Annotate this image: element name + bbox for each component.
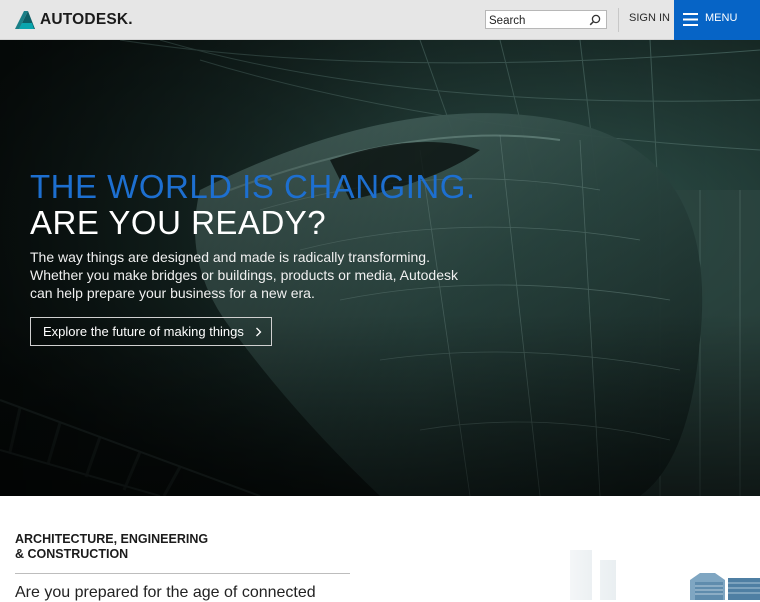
hero-description-line: can help prepare your business for a new… [30, 285, 315, 301]
site-header: AUTODESK. SIGN IN MENU [0, 0, 760, 40]
search-input[interactable] [486, 12, 606, 30]
hero-description-line: Whether you make bridges or buildings, p… [30, 267, 459, 283]
hero-description: The way things are designed and made is … [30, 248, 460, 302]
search-box[interactable] [485, 10, 607, 30]
explore-future-label: Explore the future of making things [43, 324, 244, 339]
hero-banner: THE WORLD IS CHANGING. ARE YOU READY? Th… [0, 40, 760, 496]
menu-button[interactable]: MENU [674, 0, 760, 40]
hero-description-line: The way things are designed and made is … [30, 249, 430, 265]
menu-label: MENU [705, 12, 738, 24]
section-divider [15, 573, 350, 574]
hero-title-line1: THE WORLD IS CHANGING. [30, 168, 476, 205]
search-icon[interactable] [589, 14, 601, 26]
explore-future-button[interactable]: Explore the future of making things [30, 317, 272, 346]
autodesk-logo-mark-icon [15, 11, 35, 29]
header-divider [618, 8, 619, 32]
autodesk-logo[interactable]: AUTODESK. [15, 10, 133, 30]
hero-title-line2: ARE YOU READY? [30, 204, 327, 241]
section-heading: ARCHITECTURE, ENGINEERING & CONSTRUCTION [15, 532, 215, 562]
section-teaser-text: Are you prepared for the age of connecte… [15, 584, 316, 601]
section-heading-line: ARCHITECTURE, ENGINEERING [15, 532, 209, 546]
chevron-right-icon [256, 327, 262, 337]
hamburger-menu-icon [683, 13, 698, 26]
city-skyline-image [540, 540, 760, 600]
logo-text: AUTODESK. [40, 11, 133, 28]
section-heading-line: & CONSTRUCTION [15, 547, 129, 561]
sign-in-link[interactable]: SIGN IN [629, 12, 670, 24]
